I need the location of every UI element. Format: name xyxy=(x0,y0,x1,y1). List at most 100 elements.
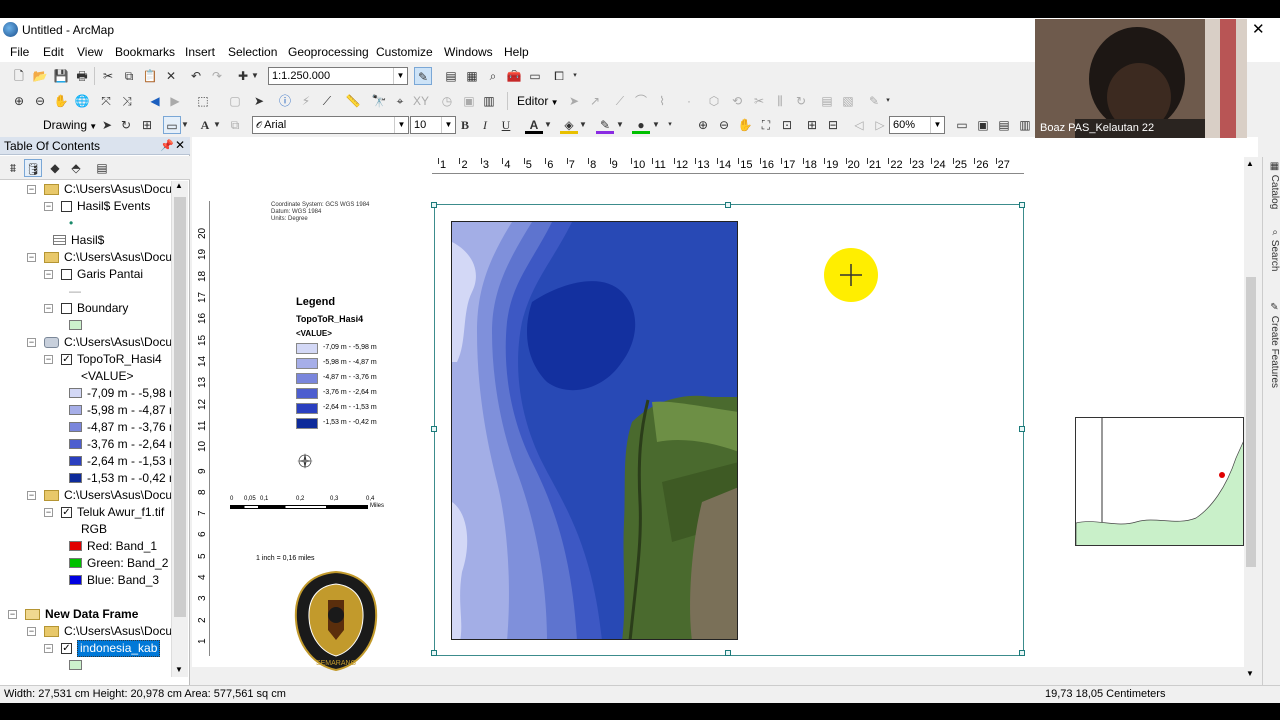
resize-handle-sw[interactable] xyxy=(431,650,437,656)
create-features-tab[interactable]: ✎ Create Features xyxy=(1264,302,1280,388)
collapse-icon[interactable]: − xyxy=(44,304,53,313)
select-arrow-icon[interactable]: ➤ xyxy=(98,116,116,134)
data-driven-pages-icon[interactable]: ▥ xyxy=(1016,116,1034,134)
menu-file[interactable]: File xyxy=(10,45,29,59)
layer-visibility-checkbox[interactable] xyxy=(61,201,72,212)
toc-row[interactable]: − C:\Users\Asus\Docum xyxy=(0,334,172,351)
drawing-menu[interactable]: Drawing ▼ xyxy=(43,118,97,132)
toc-scroll-thumb[interactable] xyxy=(174,197,186,617)
search-window-icon[interactable]: ⌕ xyxy=(484,67,502,85)
fill-color-icon[interactable]: ◈ xyxy=(560,116,578,134)
select-elements-arrow-icon[interactable]: ➤ xyxy=(250,92,268,110)
chevron-down-icon[interactable]: ▼ xyxy=(394,117,408,133)
map-scale-combobox[interactable]: 1:1.250.000 ▼ xyxy=(268,67,408,85)
reshape-icon[interactable]: ⟲ xyxy=(728,92,746,110)
scroll-down-icon[interactable]: ▼ xyxy=(175,665,183,674)
hyperlink-icon[interactable]: ⟋ xyxy=(318,92,336,110)
zoom-out-icon[interactable]: ⊖ xyxy=(31,92,49,110)
toc-row[interactable]: Green: Band_2 xyxy=(0,555,172,572)
table-of-contents-icon[interactable]: ▤ xyxy=(442,67,460,85)
chevron-down-icon[interactable]: ▼ xyxy=(393,68,407,84)
menu-help[interactable]: Help xyxy=(504,45,529,59)
toggle-draft-mode-icon[interactable]: ▭ xyxy=(953,116,971,134)
editor-toolbar-icon[interactable]: ✎ xyxy=(414,67,432,85)
marker-color-icon[interactable]: ● xyxy=(632,116,650,134)
back-arrow-icon[interactable]: ◀ xyxy=(146,92,164,110)
menu-customize[interactable]: Customize xyxy=(376,45,433,59)
layout-zoom-combobox[interactable]: 60% ▼ xyxy=(889,116,945,134)
menu-view[interactable]: View xyxy=(77,45,103,59)
collapse-icon[interactable]: − xyxy=(27,253,36,262)
layer-visibility-checkbox[interactable]: ✓ xyxy=(61,507,72,518)
trace-icon[interactable]: ⌇ xyxy=(653,92,671,110)
underline-button[interactable]: U xyxy=(497,116,515,134)
identify-icon[interactable]: ⓘ xyxy=(276,92,294,110)
menu-bookmarks[interactable]: Bookmarks xyxy=(115,45,175,59)
create-features-icon[interactable]: ✎ xyxy=(865,92,883,110)
forward-arrow-icon[interactable]: ▶ xyxy=(166,92,184,110)
chevron-down-icon[interactable]: ▼ xyxy=(441,117,455,133)
full-extent-icon[interactable]: 🌐 xyxy=(73,92,91,110)
zoom-100-icon[interactable]: ⊡ xyxy=(778,116,796,134)
chevron-down-icon[interactable]: ▼ xyxy=(651,116,661,134)
find-binoculars-icon[interactable]: 🔭 xyxy=(370,92,388,110)
open-folder-icon[interactable]: 📂 xyxy=(31,67,49,85)
toc-row[interactable]: Blue: Band_3 xyxy=(0,572,172,589)
zoom-to-selected-icon[interactable]: ⊞ xyxy=(138,116,156,134)
menu-edit[interactable]: Edit xyxy=(43,45,64,59)
undo-icon[interactable]: ↶ xyxy=(187,67,205,85)
rotate-element-icon[interactable]: ↻ xyxy=(117,116,135,134)
toolbar-overflow-icon[interactable]: ▾ xyxy=(571,67,579,85)
zoom-in-icon[interactable]: ⊕ xyxy=(10,92,28,110)
layout-pan-icon[interactable]: ✋ xyxy=(736,116,754,134)
toc-row[interactable] xyxy=(0,657,172,674)
layout-zoom-out-icon[interactable]: ⊖ xyxy=(715,116,733,134)
fixed-zoom-in-icon[interactable]: ⤧ xyxy=(97,92,115,110)
coordinate-system-text[interactable]: Coordinate System: GCS WGS 1984 Datum: W… xyxy=(271,202,369,223)
toc-row[interactable]: -5,98 m - -4,87 r xyxy=(0,402,172,419)
menu-geoprocessing[interactable]: Geoprocessing xyxy=(288,45,369,59)
scale-text[interactable]: 1 inch = 0,16 miles xyxy=(256,555,315,562)
resize-handle-nw[interactable] xyxy=(431,202,437,208)
html-popup-icon[interactable]: ⚡ xyxy=(297,92,315,110)
viewer-window-icon[interactable]: ▣ xyxy=(460,92,478,110)
chevron-down-icon[interactable]: ▼ xyxy=(930,117,944,133)
layer-visibility-checkbox[interactable]: ✓ xyxy=(61,643,72,654)
focus-data-frame-icon[interactable]: ▣ xyxy=(974,116,992,134)
list-by-source-icon[interactable]: 🛢 xyxy=(24,159,42,177)
fixed-zoom-out-layout-icon[interactable]: ⊟ xyxy=(824,116,842,134)
list-by-selection-icon[interactable]: ⬘ xyxy=(67,159,85,177)
straight-segment-icon[interactable]: ⟋ xyxy=(611,92,629,110)
editor-menu[interactable]: Editor ▼ xyxy=(517,94,559,108)
zoom-to-page-icon[interactable]: ⛶ xyxy=(757,116,775,134)
scroll-down-icon[interactable]: ▼ xyxy=(1246,669,1254,678)
go-back-extent-icon[interactable]: ◁ xyxy=(850,116,868,134)
map-legend[interactable]: Legend TopoToR_Hasi4 <VALUE> -7,09 m - -… xyxy=(296,296,416,431)
paste-icon[interactable]: 📋 xyxy=(141,67,159,85)
collapse-icon[interactable]: − xyxy=(44,202,53,211)
toc-row[interactable]: RGB xyxy=(0,521,172,538)
cut-polygons-icon[interactable]: ✂ xyxy=(750,92,768,110)
toc-row[interactable]: -1,53 m - -0,42 r xyxy=(0,470,172,487)
collapse-icon[interactable]: − xyxy=(44,355,53,364)
resize-handle-w[interactable] xyxy=(431,426,437,432)
toc-row[interactable]: − Hasil$ Events xyxy=(0,198,172,215)
layer-visibility-checkbox[interactable]: ✓ xyxy=(61,354,72,365)
copy-icon[interactable]: ⧉ xyxy=(120,67,138,85)
menu-windows[interactable]: Windows xyxy=(444,45,493,59)
zoom-whole-page-icon[interactable]: ⊕ xyxy=(694,116,712,134)
toc-row[interactable] xyxy=(0,589,172,606)
edit-vertices-icon[interactable]: ⬡ xyxy=(705,92,723,110)
collapse-icon[interactable]: − xyxy=(27,185,36,194)
toc-row[interactable]: − ✓ indonesia_kab xyxy=(0,640,172,657)
resize-handle-n[interactable] xyxy=(725,202,731,208)
toc-row[interactable]: − C:\Users\Asus\Docum xyxy=(0,487,172,504)
go-to-xy-icon[interactable]: ⌖ xyxy=(391,92,409,110)
collapse-icon[interactable]: − xyxy=(8,610,17,619)
toc-row[interactable]: − C:\Users\Asus\Docum xyxy=(0,249,172,266)
resize-handle-se[interactable] xyxy=(1019,650,1025,656)
xy-data-icon[interactable]: XY xyxy=(412,92,430,110)
bold-button[interactable]: B xyxy=(456,116,474,134)
fixed-zoom-out-icon[interactable]: ⤨ xyxy=(118,92,136,110)
layer-visibility-checkbox[interactable] xyxy=(61,269,72,280)
